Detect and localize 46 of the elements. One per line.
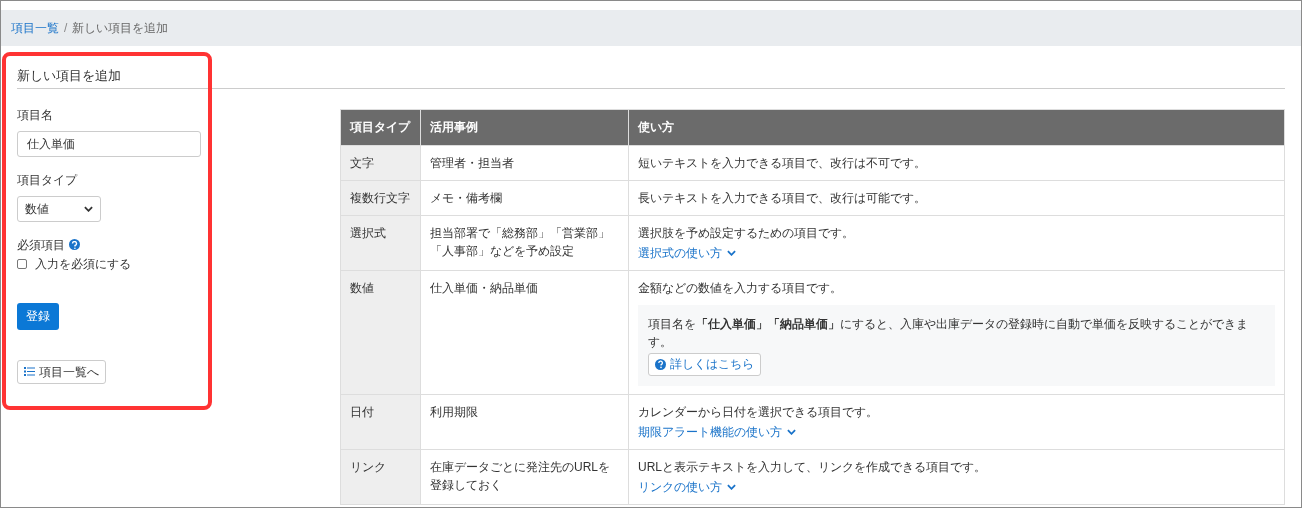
table-cell: メモ・備考欄 [420, 180, 629, 215]
checkbox[interactable] [17, 258, 27, 269]
help-icon [69, 239, 80, 250]
table-cell: 在庫データごとに発注先のURLを登録しておく [420, 449, 629, 504]
form-heading: 新しい項目を追加 [17, 68, 121, 83]
back-to-list-button[interactable]: 項目一覧へ [17, 359, 106, 384]
table-cell: 仕入単価・納品単価 [420, 270, 629, 394]
chevron-down-icon [727, 249, 736, 256]
type-select[interactable]: 数値 [17, 195, 101, 222]
submit-button[interactable]: 登録 [17, 302, 59, 330]
table-cell: リンク [340, 449, 421, 504]
list-icon [24, 367, 35, 376]
usage-text: 金額などの数値を入力する項目です。 [638, 279, 843, 297]
input-field[interactable]: 仕入単価 [17, 130, 201, 157]
usage-text: 長いテキストを入力できる項目で、改行は可能です。 [638, 189, 927, 207]
usage-text: カレンダーから日付を選択できる項目です。 [638, 403, 879, 421]
field-label: 項目名 [17, 106, 54, 124]
column-header: 使い方 [628, 109, 1285, 145]
usage-link[interactable]: 選択式の使い方 [638, 243, 736, 262]
table-cell: 数値 [340, 270, 421, 394]
table-cell: 文字 [340, 145, 421, 180]
checkbox-label: 入力を必須にする [35, 255, 131, 273]
usage-link[interactable]: 期限アラート機能の使い方 [638, 422, 796, 441]
field-label: 項目タイプ [17, 171, 79, 189]
table-cell: 選択式 [340, 215, 421, 270]
chevron-down-icon [84, 205, 93, 212]
table-cell: 利用期限 [420, 394, 629, 449]
column-header: 活用事例 [420, 109, 629, 145]
usage-link[interactable]: リンクの使い方 [638, 477, 736, 496]
field-label: 必須項目 [17, 236, 65, 254]
breadcrumb-separator: / [64, 20, 68, 37]
table-cell: 管理者・担当者 [420, 145, 629, 180]
usage-text: 選択肢を予め設定するための項目です。 [638, 224, 855, 242]
column-header: 項目タイプ [340, 109, 421, 145]
details-button[interactable]: 詳しくはこちら [648, 352, 761, 376]
help-icon [655, 358, 666, 370]
table-cell: 複数行文字 [340, 180, 421, 215]
note-text: 項目名を「仕入単価」「納品単価」にすると、入庫や出庫データの登録時に自動で単価を反映することができます。 [648, 316, 1249, 350]
breadcrumb-item: 新しい項目を追加 [72, 20, 169, 37]
table-cell: 日付 [340, 394, 421, 449]
chevron-down-icon [727, 483, 736, 490]
usage-text: URLと表示テキストを入力して、リンクを作成できる項目です。 [638, 458, 987, 476]
breadcrumb-item[interactable]: 項目一覧 [11, 19, 59, 37]
table-cell: 担当部署で「総務部」「営業部」「人事部」などを予め設定 [420, 215, 629, 270]
usage-text: 短いテキストを入力できる項目で、改行は不可です。 [638, 154, 927, 172]
chevron-down-icon [787, 428, 796, 435]
